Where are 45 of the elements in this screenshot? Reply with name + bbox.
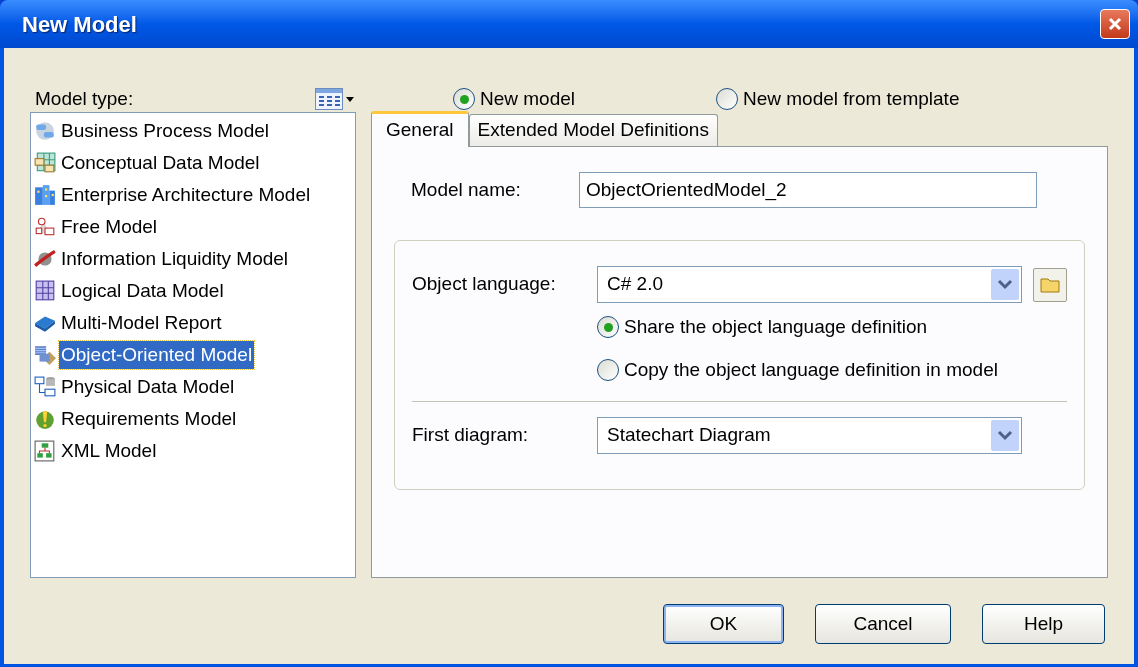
model-type-item[interactable]: Information Liquidity Model — [59, 244, 291, 274]
window-title: New Model — [22, 10, 137, 39]
xml-tree-icon — [34, 440, 56, 462]
buildings-icon — [34, 184, 56, 206]
model-type-item[interactable]: Object-Oriented Model — [59, 340, 255, 370]
radio-button[interactable]: New model — [453, 84, 716, 114]
model-type-item[interactable]: Physical Data Model — [59, 372, 237, 402]
object-model-icon — [34, 344, 56, 366]
close-icon — [1107, 16, 1123, 32]
tab[interactable]: General — [371, 111, 469, 147]
model-type-item[interactable]: Requirements Model — [59, 404, 239, 434]
radio-button[interactable]: Share the object language definition — [597, 313, 1067, 342]
dropdown-caret-icon — [346, 96, 354, 102]
database-icon — [34, 376, 56, 398]
close-button[interactable] — [1100, 9, 1130, 39]
grid-icon — [34, 280, 56, 302]
dialog-button[interactable]: Help — [982, 604, 1105, 644]
radio-button[interactable]: New model from template — [716, 84, 960, 114]
process-icon — [34, 120, 56, 142]
browse-button[interactable] — [1033, 267, 1067, 302]
first-diagram-dropdown[interactable]: Statechart Diagram — [597, 417, 1022, 454]
grid-icon — [34, 152, 56, 174]
object-language-dropdown[interactable]: C# 2.0 — [597, 266, 1022, 303]
model-type-item[interactable]: Multi-Model Report — [59, 308, 224, 338]
dialog-button[interactable]: OK — [663, 604, 784, 644]
tab[interactable]: Extended Model Definitions — [468, 114, 718, 146]
model-name-field[interactable]: ObjectOrientedModel_2 — [579, 172, 1037, 208]
list-view-icon — [315, 88, 343, 110]
field-label: First diagram: — [412, 423, 530, 448]
view-menu-button[interactable] — [315, 88, 354, 110]
field-label: Object language: — [412, 272, 557, 297]
exclamation-icon — [34, 408, 56, 430]
folder-icon — [1040, 276, 1060, 293]
planet-icon — [34, 248, 56, 270]
model-type-item[interactable]: Conceptual Data Model — [59, 148, 262, 178]
model-type-item[interactable]: XML Model — [59, 436, 159, 466]
model-type-label: Model type: — [35, 86, 134, 111]
dialog-button[interactable]: Cancel — [815, 604, 951, 644]
field-label: Model name: — [410, 177, 522, 202]
model-type-item[interactable]: Enterprise Architecture Model — [59, 180, 313, 210]
radio-button[interactable]: Copy the object language definition in model — [597, 355, 1067, 384]
model-type-item[interactable]: Free Model — [59, 212, 160, 242]
model-type-item[interactable]: Logical Data Model — [59, 276, 226, 306]
shapes-icon — [34, 216, 56, 238]
model-type-item[interactable]: Business Process Model — [59, 116, 272, 146]
